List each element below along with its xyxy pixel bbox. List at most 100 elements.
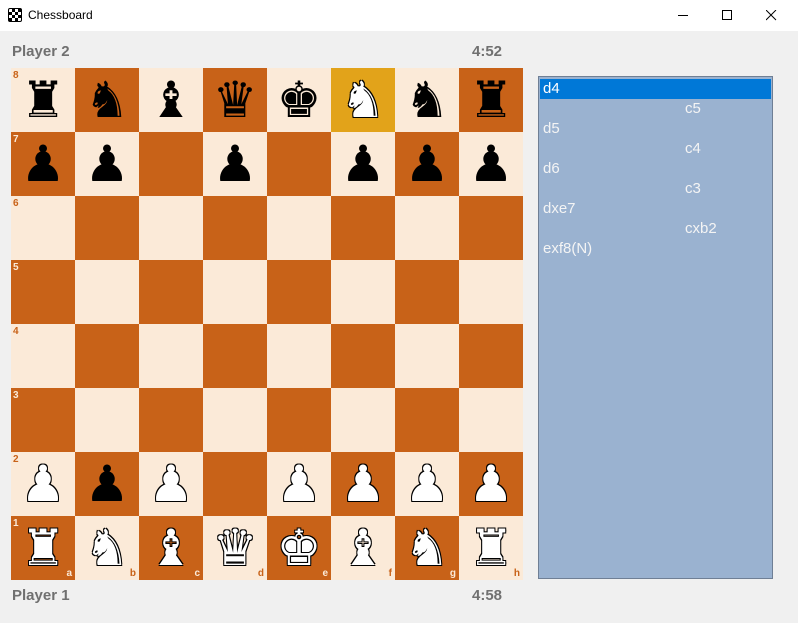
close-button[interactable] [748, 0, 794, 31]
white-bishop-icon[interactable]: ♝ [331, 516, 395, 580]
square-e8[interactable]: ♚ [267, 68, 331, 132]
black-rook-icon[interactable]: ♜ [11, 68, 75, 132]
square-h8[interactable]: ♜ [459, 68, 523, 132]
square-b4[interactable] [75, 324, 139, 388]
square-e2[interactable]: ♟ [267, 452, 331, 516]
black-knight-icon[interactable]: ♞ [395, 68, 459, 132]
square-b8[interactable]: ♞ [75, 68, 139, 132]
square-c7[interactable] [139, 132, 203, 196]
black-pawn-icon[interactable]: ♟ [395, 132, 459, 196]
move-list-item[interactable]: d5 [540, 119, 771, 139]
square-h4[interactable] [459, 324, 523, 388]
move-list-item[interactable]: cxb2 [540, 219, 771, 239]
square-g1[interactable]: g ♞ [395, 516, 459, 580]
square-c6[interactable] [139, 196, 203, 260]
move-list-item[interactable]: d6 [540, 159, 771, 179]
white-knight-icon[interactable]: ♞ [395, 516, 459, 580]
square-g2[interactable]: ♟ [395, 452, 459, 516]
square-c1[interactable]: c ♝ [139, 516, 203, 580]
square-a8[interactable]: 8 ♜ [11, 68, 75, 132]
square-b5[interactable] [75, 260, 139, 324]
square-d7[interactable]: ♟ [203, 132, 267, 196]
square-h6[interactable] [459, 196, 523, 260]
black-bishop-icon[interactable]: ♝ [139, 68, 203, 132]
square-c5[interactable] [139, 260, 203, 324]
square-a4[interactable]: 4 [11, 324, 75, 388]
square-e7[interactable] [267, 132, 331, 196]
black-pawn-icon[interactable]: ♟ [331, 132, 395, 196]
square-a2[interactable]: 2 ♟ [11, 452, 75, 516]
square-d8[interactable]: ♛ [203, 68, 267, 132]
square-h5[interactable] [459, 260, 523, 324]
square-d6[interactable] [203, 196, 267, 260]
square-e6[interactable] [267, 196, 331, 260]
minimize-button[interactable] [660, 0, 706, 31]
square-b2[interactable]: ♟ [75, 452, 139, 516]
move-list-item[interactable]: c5 [540, 99, 771, 119]
square-h1[interactable]: h ♜ [459, 516, 523, 580]
move-list[interactable]: d4 c5 d5 c4 d6 c3 dxe7 cxb2 exf8(N) [538, 76, 773, 579]
square-d5[interactable] [203, 260, 267, 324]
black-knight-icon[interactable]: ♞ [75, 68, 139, 132]
chessboard[interactable]: 8 ♜ ♞ ♝ ♛ ♚ ♞ ♞ ♜ 7 ♟ ♟ ♟ ♟ ♟ ♟ 6 5 4 3 2 ♟ ♟ ♟ ♟ ♟ ♟ ♟ 1 a ♜ b ♞ c ♝ d ♛ e ♚ f… [11, 68, 523, 580]
white-pawn-icon[interactable]: ♟ [267, 452, 331, 516]
square-h2[interactable]: ♟ [459, 452, 523, 516]
square-e5[interactable] [267, 260, 331, 324]
square-d3[interactable] [203, 388, 267, 452]
square-g5[interactable] [395, 260, 459, 324]
square-f6[interactable] [331, 196, 395, 260]
white-pawn-icon[interactable]: ♟ [395, 452, 459, 516]
black-queen-icon[interactable]: ♛ [203, 68, 267, 132]
square-a1[interactable]: 1 a ♜ [11, 516, 75, 580]
white-pawn-icon[interactable]: ♟ [459, 452, 523, 516]
square-g8[interactable]: ♞ [395, 68, 459, 132]
move-list-item[interactable]: exf8(N) [540, 239, 771, 259]
white-pawn-icon[interactable]: ♟ [11, 452, 75, 516]
square-f4[interactable] [331, 324, 395, 388]
square-b6[interactable] [75, 196, 139, 260]
square-d1[interactable]: d ♛ [203, 516, 267, 580]
square-c4[interactable] [139, 324, 203, 388]
square-a3[interactable]: 3 [11, 388, 75, 452]
square-g3[interactable] [395, 388, 459, 452]
square-f8[interactable]: ♞ [331, 68, 395, 132]
square-f5[interactable] [331, 260, 395, 324]
black-pawn-icon[interactable]: ♟ [75, 452, 139, 516]
square-b7[interactable]: ♟ [75, 132, 139, 196]
square-b1[interactable]: b ♞ [75, 516, 139, 580]
square-d4[interactable] [203, 324, 267, 388]
square-g7[interactable]: ♟ [395, 132, 459, 196]
square-d2[interactable] [203, 452, 267, 516]
black-pawn-icon[interactable]: ♟ [203, 132, 267, 196]
square-f1[interactable]: f ♝ [331, 516, 395, 580]
white-knight-icon[interactable]: ♞ [75, 516, 139, 580]
square-a6[interactable]: 6 [11, 196, 75, 260]
white-queen-icon[interactable]: ♛ [203, 516, 267, 580]
square-f3[interactable] [331, 388, 395, 452]
square-g6[interactable] [395, 196, 459, 260]
square-f2[interactable]: ♟ [331, 452, 395, 516]
black-pawn-icon[interactable]: ♟ [11, 132, 75, 196]
white-bishop-icon[interactable]: ♝ [139, 516, 203, 580]
move-list-item[interactable]: d4 [540, 79, 771, 99]
square-a5[interactable]: 5 [11, 260, 75, 324]
white-pawn-icon[interactable]: ♟ [139, 452, 203, 516]
square-f7[interactable]: ♟ [331, 132, 395, 196]
black-rook-icon[interactable]: ♜ [459, 68, 523, 132]
black-pawn-icon[interactable]: ♟ [75, 132, 139, 196]
move-list-item[interactable]: dxe7 [540, 199, 771, 219]
square-e4[interactable] [267, 324, 331, 388]
square-a7[interactable]: 7 ♟ [11, 132, 75, 196]
square-g4[interactable] [395, 324, 459, 388]
square-c8[interactable]: ♝ [139, 68, 203, 132]
square-c2[interactable]: ♟ [139, 452, 203, 516]
square-e1[interactable]: e ♚ [267, 516, 331, 580]
white-rook-icon[interactable]: ♜ [11, 516, 75, 580]
move-list-item[interactable]: c4 [540, 139, 771, 159]
white-rook-icon[interactable]: ♜ [459, 516, 523, 580]
maximize-button[interactable] [704, 0, 750, 31]
square-c3[interactable] [139, 388, 203, 452]
square-e3[interactable] [267, 388, 331, 452]
square-h3[interactable] [459, 388, 523, 452]
white-pawn-icon[interactable]: ♟ [331, 452, 395, 516]
